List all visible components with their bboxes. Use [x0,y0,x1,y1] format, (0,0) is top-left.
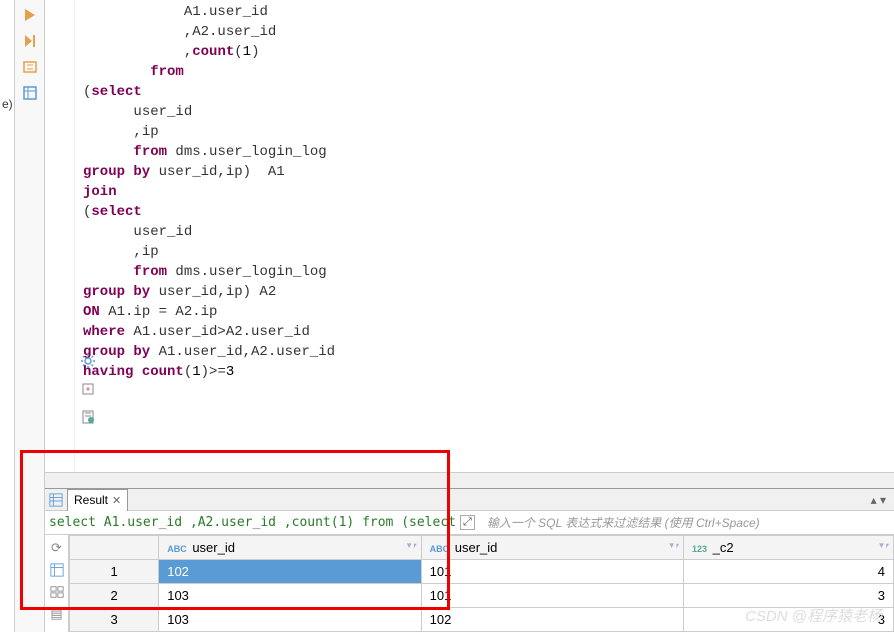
grid-icon[interactable] [48,561,66,579]
explain-icon[interactable] [19,56,41,78]
table-cell[interactable]: 101 [421,584,683,608]
refresh-icon[interactable]: ⟳ [48,539,66,557]
export-icon[interactable] [77,378,99,400]
row-number-cell: 1 [70,560,159,584]
row-number-header [70,536,159,560]
table-cell[interactable]: 102 [159,560,421,584]
left-toolbar [15,0,45,632]
grid-tab-icon[interactable] [45,489,67,511]
close-icon[interactable]: ✕ [112,494,121,507]
tab-result[interactable]: Result ✕ [67,489,128,511]
panels-icon[interactable] [48,583,66,601]
table-cell[interactable]: 4 [684,560,894,584]
table-cell[interactable]: 101 [421,560,683,584]
column-header[interactable]: ABC user_id▾⎖ [159,536,421,560]
table-row[interactable]: 21031013 [70,584,894,608]
panel-expand-icon[interactable]: ▴ ▾ [871,493,894,507]
query-preview: select A1.user_id ,A2.user_id ,count(1) … [49,515,456,530]
table-row[interactable]: 11021014 [70,560,894,584]
line-gutter [45,0,75,472]
run-step-icon[interactable] [19,30,41,52]
table-cell[interactable]: 103 [159,584,421,608]
settings-icon[interactable] [77,350,99,372]
filter-input[interactable]: 输入一个 SQL 表达式来过滤结果 (使用 Ctrl+Space) [479,514,890,531]
table-cell[interactable]: 103 [159,608,421,632]
expand-query-icon[interactable]: ⤢ [460,515,475,530]
result-grid-toolbar: ⟳ ▤ [45,535,69,632]
run-icon[interactable] [19,4,41,26]
row-number-cell: 3 [70,608,159,632]
watermark: CSDN @程序猿老杨 [745,605,882,626]
details-icon[interactable]: ▤ [48,605,66,623]
table-icon[interactable] [19,82,41,104]
save-icon[interactable] [77,406,99,428]
result-tab-label: Result [74,493,108,507]
table-cell[interactable]: 102 [421,608,683,632]
horizontal-scrollbar[interactable] [45,472,894,488]
truncated-text: e) [0,95,14,113]
table-cell[interactable]: 3 [684,584,894,608]
column-header[interactable]: ABC user_id▾⎖ [421,536,683,560]
row-number-cell: 2 [70,584,159,608]
column-header[interactable]: 123 _c2▾⎖ [684,536,894,560]
sql-editor[interactable]: A1.user_id ,A2.user_id ,count(1) from(se… [45,0,894,472]
